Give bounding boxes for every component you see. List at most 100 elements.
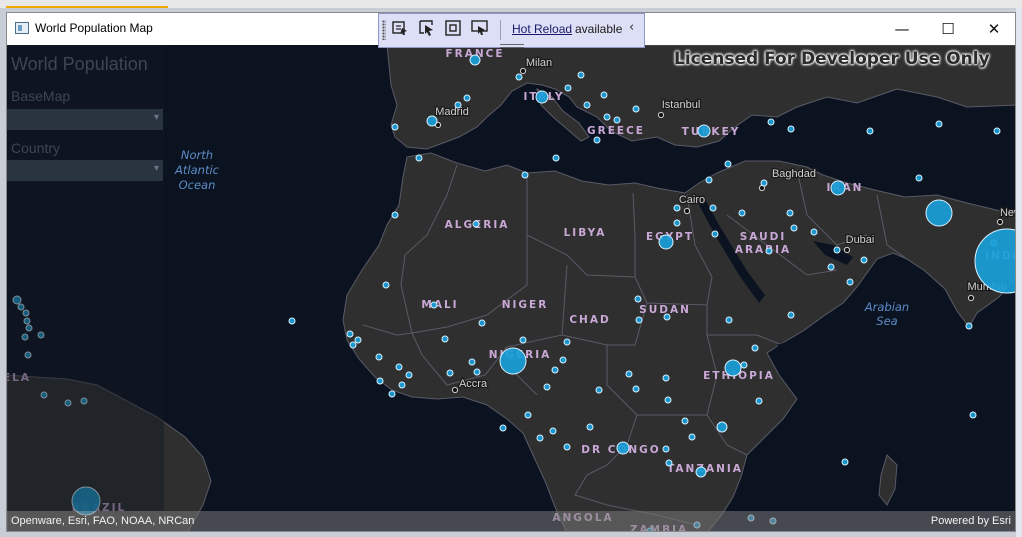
population-marker[interactable] <box>935 120 943 128</box>
population-marker[interactable] <box>830 180 846 196</box>
population-marker[interactable] <box>563 338 571 346</box>
population-marker[interactable] <box>632 385 640 393</box>
hot-reload-link[interactable]: Hot Reload <box>512 22 572 36</box>
close-button[interactable]: ✕ <box>971 13 1015 45</box>
population-marker[interactable] <box>751 344 759 352</box>
population-marker[interactable] <box>613 116 621 124</box>
population-marker[interactable] <box>559 356 567 364</box>
population-marker[interactable] <box>515 73 523 81</box>
display-adorners-icon[interactable] <box>418 19 436 37</box>
collapse-toolbar-icon[interactable]: ‹ <box>629 20 634 35</box>
population-marker[interactable] <box>790 224 798 232</box>
population-marker[interactable] <box>375 353 383 361</box>
population-marker[interactable] <box>551 366 559 374</box>
select-element-icon[interactable] <box>391 19 409 37</box>
population-marker[interactable] <box>586 423 594 431</box>
population-marker[interactable] <box>662 374 670 382</box>
population-marker[interactable] <box>430 301 438 309</box>
population-marker[interactable] <box>288 317 296 325</box>
population-marker[interactable] <box>593 136 601 144</box>
population-marker[interactable] <box>724 359 742 377</box>
population-marker[interactable] <box>925 199 953 227</box>
population-marker[interactable] <box>738 209 746 217</box>
population-marker[interactable] <box>524 411 532 419</box>
population-marker[interactable] <box>632 105 640 113</box>
population-marker[interactable] <box>472 220 480 228</box>
country-combobox[interactable]: ▾ <box>7 160 163 181</box>
population-marker[interactable] <box>346 330 354 338</box>
minimize-button[interactable]: — <box>879 13 925 45</box>
population-marker[interactable] <box>786 209 794 217</box>
population-marker[interactable] <box>536 434 544 442</box>
population-marker[interactable] <box>354 336 362 344</box>
population-marker[interactable] <box>468 358 476 366</box>
maximize-button[interactable]: ☐ <box>925 13 971 45</box>
population-marker[interactable] <box>616 441 630 455</box>
population-marker[interactable] <box>658 234 674 250</box>
population-marker[interactable] <box>760 179 768 187</box>
population-marker[interactable] <box>665 459 673 467</box>
population-marker[interactable] <box>563 443 571 451</box>
population-marker[interactable] <box>765 247 773 255</box>
binding-failures-icon[interactable] <box>471 19 489 37</box>
population-marker[interactable] <box>463 94 471 102</box>
population-marker[interactable] <box>391 123 399 131</box>
population-marker[interactable] <box>521 171 529 179</box>
population-marker[interactable] <box>705 176 713 184</box>
population-marker[interactable] <box>681 417 689 425</box>
toolbar-grip-icon[interactable] <box>382 20 386 40</box>
population-marker[interactable] <box>993 127 1001 135</box>
population-marker[interactable] <box>767 118 775 126</box>
attribution-text[interactable]: Openware, Esri, FAO, NOAA, NRCan <box>11 515 194 527</box>
population-marker[interactable] <box>543 383 551 391</box>
population-marker[interactable] <box>688 433 696 441</box>
population-marker[interactable] <box>810 228 818 236</box>
population-marker[interactable] <box>725 316 733 324</box>
population-marker[interactable] <box>415 154 423 162</box>
population-marker[interactable] <box>709 204 717 212</box>
population-marker[interactable] <box>577 71 585 79</box>
population-marker[interactable] <box>634 295 642 303</box>
population-marker[interactable] <box>395 363 403 371</box>
population-marker[interactable] <box>827 263 835 271</box>
population-marker[interactable] <box>446 369 454 377</box>
population-marker[interactable] <box>663 313 671 321</box>
population-marker[interactable] <box>376 377 384 385</box>
population-marker[interactable] <box>405 371 413 379</box>
population-marker[interactable] <box>673 219 681 227</box>
population-marker[interactable] <box>454 101 462 109</box>
population-marker[interactable] <box>711 230 719 238</box>
population-marker[interactable] <box>583 101 591 109</box>
population-marker[interactable] <box>866 127 874 135</box>
population-marker[interactable] <box>564 84 572 92</box>
population-marker[interactable] <box>740 361 748 369</box>
population-marker[interactable] <box>473 368 481 376</box>
population-marker[interactable] <box>391 211 399 219</box>
population-marker[interactable] <box>787 311 795 319</box>
track-focus-icon[interactable] <box>444 19 462 37</box>
population-marker[interactable] <box>625 370 633 378</box>
population-marker[interactable] <box>519 336 527 344</box>
population-marker[interactable] <box>841 458 849 466</box>
population-marker[interactable] <box>965 322 973 330</box>
population-marker[interactable] <box>673 204 681 212</box>
population-marker[interactable] <box>426 115 438 127</box>
population-marker[interactable] <box>969 411 977 419</box>
population-marker[interactable] <box>915 174 923 182</box>
population-marker[interactable] <box>755 397 763 405</box>
population-marker[interactable] <box>552 154 560 162</box>
basemap-combobox[interactable]: ▾ <box>7 109 163 130</box>
population-marker[interactable] <box>600 91 608 99</box>
population-marker[interactable] <box>662 445 670 453</box>
population-marker[interactable] <box>349 341 357 349</box>
population-marker[interactable] <box>382 281 390 289</box>
population-marker[interactable] <box>716 421 728 433</box>
population-marker[interactable] <box>478 319 486 327</box>
population-marker[interactable] <box>697 124 711 138</box>
population-marker[interactable] <box>635 316 643 324</box>
population-marker[interactable] <box>469 54 481 66</box>
population-marker[interactable] <box>603 113 611 121</box>
powered-by-text[interactable]: Powered by Esri <box>931 515 1011 527</box>
population-marker[interactable] <box>664 396 672 404</box>
population-marker[interactable] <box>441 335 449 343</box>
